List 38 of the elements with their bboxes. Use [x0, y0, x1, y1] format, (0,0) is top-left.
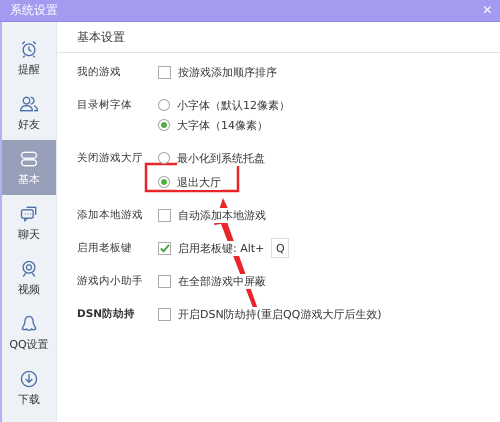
- people-icon: [19, 94, 39, 114]
- section-title: 基本设置: [57, 22, 500, 53]
- sidebar-item[interactable]: 下载: [2, 360, 56, 415]
- setting-label: 添加本地游戏: [77, 208, 144, 223]
- setting-label: DSN防劫持: [77, 307, 136, 322]
- sidebar-item[interactable]: 提醒: [2, 30, 56, 85]
- checkbox[interactable]: [158, 308, 171, 320]
- setting-label: 启用老板键: [77, 241, 133, 256]
- option-label: 自动添加本地游戏: [178, 208, 266, 222]
- setting-label: 游戏内小助手: [77, 274, 144, 289]
- option-label: 最小化到系统托盘: [177, 150, 265, 166]
- checkbox[interactable]: [158, 274, 171, 288]
- radio-button[interactable]: [158, 119, 170, 131]
- hotkey-field[interactable]: Q: [271, 238, 290, 258]
- option-label: 按游戏添加顺序排序: [178, 64, 277, 80]
- download-icon: [19, 368, 39, 388]
- setting-label: 目录树字体: [77, 98, 133, 113]
- checkbox[interactable]: [158, 66, 171, 78]
- penguin-outline-icon: [19, 314, 39, 334]
- chat-bubbles-icon: [19, 204, 39, 224]
- option-label: 启用老板键: Alt+: [178, 240, 264, 256]
- option-label: 在全部游戏中屏蔽: [178, 274, 266, 288]
- sidebar-item[interactable]: 视频: [2, 250, 56, 305]
- checkbox[interactable]: [158, 208, 171, 222]
- sidebar-item[interactable]: 聊天: [2, 195, 56, 250]
- radio-button[interactable]: [158, 176, 170, 188]
- window-title: 系统设置: [10, 2, 58, 19]
- setting-label: 我的游戏: [77, 65, 122, 80]
- radio-button[interactable]: [158, 99, 170, 111]
- setting-label: 关闭游戏大厅: [77, 151, 144, 166]
- sidebar-item[interactable]: QQ设置: [2, 305, 56, 360]
- alarm-clock-icon: [19, 38, 39, 58]
- option-label: 退出大厅: [177, 174, 221, 190]
- option-label: 开启DSN防劫持(重启QQ游戏大厅后生效): [178, 306, 382, 322]
- sidebar-item[interactable]: 好友: [2, 85, 56, 140]
- radio-button[interactable]: [158, 152, 170, 164]
- toggle-switches-icon: [19, 148, 39, 168]
- checkbox[interactable]: [158, 242, 171, 254]
